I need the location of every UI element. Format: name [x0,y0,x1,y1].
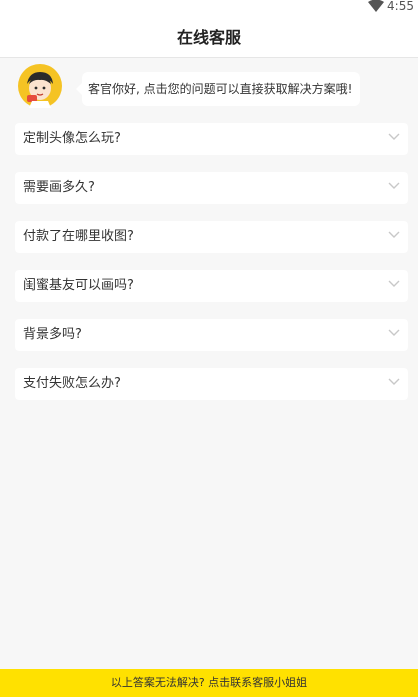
contact-support-button[interactable]: 以上答案无法解决? 点击联系客服小姐姐 [0,669,418,697]
wifi-icon [368,0,384,12]
status-time: 4:55 [387,0,414,13]
faq-item[interactable]: 背景多吗? [15,319,408,351]
chevron-down-icon [388,329,400,336]
faq-item[interactable]: 支付失败怎么办? [15,368,408,400]
faq-question: 闺蜜基友可以画吗? [23,278,134,293]
bot-greeting: 客官你好, 点击您的问题可以直接获取解决方案哦! [18,64,408,114]
chevron-down-icon [388,231,400,238]
faq-item[interactable]: 闺蜜基友可以画吗? [15,270,408,302]
chevron-down-icon [388,280,400,287]
faq-question: 需要画多久? [23,180,95,195]
faq-question: 定制头像怎么玩? [23,131,121,146]
faq-question: 背景多吗? [23,327,82,342]
status-bar: 4:55 [0,0,418,16]
faq-question: 支付失败怎么办? [23,376,121,391]
faq-question: 付款了在哪里收图? [23,229,134,244]
chevron-down-icon [388,133,400,140]
faq-item[interactable]: 定制头像怎么玩? [15,123,408,155]
chevron-down-icon [388,182,400,189]
page-title: 在线客服 [176,28,241,47]
contact-support-label: 以上答案无法解决? 点击联系客服小姐姐 [110,676,308,689]
chevron-down-icon [388,378,400,385]
greeting-message: 客官你好, 点击您的问题可以直接获取解决方案哦! [88,82,353,96]
faq-item[interactable]: 付款了在哪里收图? [15,221,408,253]
greeting-bubble: 客官你好, 点击您的问题可以直接获取解决方案哦! [76,72,361,106]
agent-avatar-icon [18,64,62,108]
faq-item[interactable]: 需要画多久? [15,172,408,204]
customer-service-screen: 4:55 在线客服 客官你好, 点击您的问题可以直接获取解决方案哦! 定制头像怎… [0,0,418,697]
app-header: 在线客服 [0,16,418,58]
bubble-tail [76,83,82,95]
faq-list: 定制头像怎么玩? 需要画多久? 付款了在哪里收图? 闺蜜基友可以画吗? 背景多吗… [15,123,408,417]
